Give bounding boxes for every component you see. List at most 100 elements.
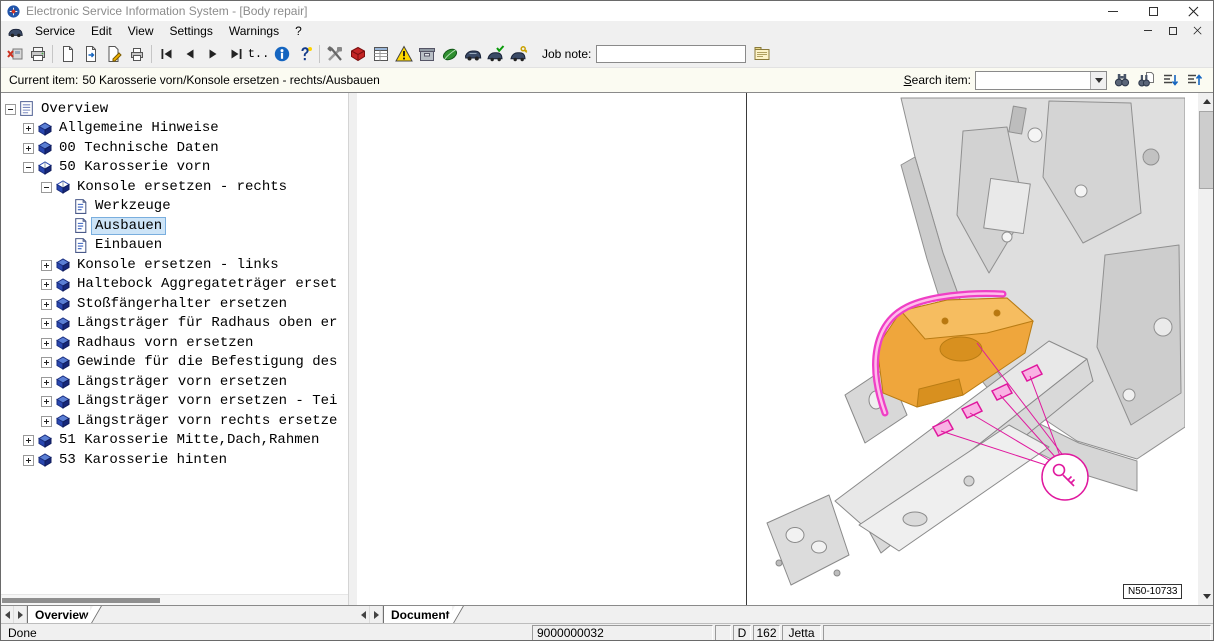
tab-document[interactable]: Document [383, 606, 452, 623]
tree-item[interactable]: Allgemeine Hinweise [1, 119, 348, 139]
expand-icon[interactable] [41, 333, 55, 353]
print-button[interactable] [26, 42, 49, 65]
expand-icon[interactable] [41, 255, 55, 275]
restore-button[interactable] [1133, 1, 1173, 21]
nav-last-button[interactable] [224, 42, 247, 65]
tree-item[interactable]: Werkzeuge [1, 197, 348, 217]
info-button[interactable] [270, 42, 293, 65]
expand-icon[interactable] [41, 372, 55, 392]
child-minimize-button[interactable] [1140, 24, 1155, 38]
scrollbar-thumb[interactable] [1199, 111, 1214, 189]
close-service-button[interactable] [3, 42, 26, 65]
toolbar-buttons: t.. [3, 42, 530, 65]
child-close-button[interactable] [1190, 24, 1205, 38]
search-item-input[interactable] [976, 72, 1090, 89]
nav-prev-button[interactable] [178, 42, 201, 65]
expand-icon[interactable] [41, 353, 55, 373]
document-vertical-scrollbar[interactable] [1198, 93, 1214, 605]
tree-item[interactable]: Längsträger vorn rechts ersetze [1, 411, 348, 431]
child-restore-button[interactable] [1165, 24, 1180, 38]
vehicle-button[interactable] [461, 42, 484, 65]
print-document-button[interactable] [125, 42, 148, 65]
panel-splitter[interactable] [349, 93, 357, 605]
open-document-button[interactable] [79, 42, 102, 65]
tools-button[interactable] [323, 42, 346, 65]
tree-item[interactable]: Ausbauen [1, 216, 348, 236]
tree-item[interactable]: 00 Technische Daten [1, 138, 348, 158]
eco-button[interactable] [438, 42, 461, 65]
expand-icon[interactable] [41, 294, 55, 314]
help-button[interactable] [293, 42, 316, 65]
scroll-down-button[interactable] [1198, 588, 1214, 605]
expand-icon[interactable] [23, 450, 37, 470]
close-button[interactable] [1173, 1, 1213, 21]
collapse-icon[interactable] [41, 177, 55, 197]
scrollbar-thumb[interactable] [2, 598, 160, 603]
edit-document-button[interactable] [102, 42, 125, 65]
vehicle-data-button[interactable] [484, 42, 507, 65]
page-icon [73, 217, 92, 234]
tree-item[interactable]: 53 Karosserie hinten [1, 450, 348, 470]
tree-horizontal-scrollbar[interactable] [1, 594, 349, 605]
bookopen-icon [37, 159, 56, 176]
combo-dropdown-button[interactable] [1090, 72, 1106, 89]
document-system-menu-icon[interactable] [7, 24, 24, 38]
search-item-combobox[interactable] [975, 71, 1107, 90]
tab-overview[interactable]: Overview [27, 606, 90, 623]
tree-item[interactable]: Längsträger vorn ersetzen - Tei [1, 392, 348, 412]
expand-icon[interactable] [23, 431, 37, 451]
tree-item[interactable]: Konsole ersetzen - links [1, 255, 348, 275]
tree-item[interactable]: Overview [1, 99, 348, 119]
history-button[interactable]: t.. [247, 42, 270, 65]
document-list-button[interactable] [369, 42, 392, 65]
job-note-button[interactable] [750, 42, 773, 65]
tree-item[interactable]: Einbauen [1, 236, 348, 256]
tab-scroll-right-button[interactable] [14, 606, 27, 623]
collapse-icon[interactable] [5, 99, 19, 119]
minimize-button[interactable] [1093, 1, 1133, 21]
find-button[interactable] [1111, 70, 1133, 90]
restore-icon [1169, 27, 1177, 35]
tab-scroll-left-button[interactable] [1, 606, 14, 623]
expand-icon[interactable] [41, 392, 55, 412]
warnings-button[interactable] [392, 42, 415, 65]
find-document-button[interactable] [1135, 70, 1157, 90]
job-note-input[interactable] [596, 45, 746, 63]
tab-scroll-right-button[interactable] [370, 606, 383, 623]
menu-settings[interactable]: Settings [162, 21, 221, 40]
menu-edit[interactable]: Edit [83, 21, 120, 40]
tree-item[interactable]: 50 Karosserie vorn [1, 158, 348, 178]
collapse-all-button[interactable] [1183, 70, 1205, 90]
tree-item[interactable]: Längsträger vorn ersetzen [1, 372, 348, 392]
open-page-icon [82, 45, 100, 63]
figure-number-label: N50-10733 [1123, 584, 1182, 599]
tree-item[interactable]: Gewinde für die Befestigung des [1, 353, 348, 373]
tree-item[interactable]: Stoßfängerhalter ersetzen [1, 294, 348, 314]
vehicle-ident-button[interactable] [507, 42, 530, 65]
expand-icon[interactable] [23, 138, 37, 158]
nav-first-button[interactable] [155, 42, 178, 65]
tree-item-label: Haltebock Aggregateträger erset [74, 276, 340, 292]
menu-help[interactable]: ? [287, 21, 310, 40]
tree-item[interactable]: Haltebock Aggregateträger erset [1, 275, 348, 295]
expand-icon[interactable] [23, 119, 37, 139]
tree-item[interactable]: Längsträger für Radhaus oben er [1, 314, 348, 334]
scroll-up-button[interactable] [1198, 93, 1214, 110]
expand-icon[interactable] [41, 275, 55, 295]
tree-item[interactable]: Konsole ersetzen - rechts [1, 177, 348, 197]
menu-service[interactable]: Service [27, 21, 83, 40]
tree-item[interactable]: Radhaus vorn ersetzen [1, 333, 348, 353]
expand-icon[interactable] [41, 314, 55, 334]
note-card-icon [753, 45, 771, 63]
tree-item[interactable]: 51 Karosserie Mitte,Dach,Rahmen [1, 431, 348, 451]
menu-view[interactable]: View [120, 21, 162, 40]
new-document-button[interactable] [56, 42, 79, 65]
tab-scroll-left-button[interactable] [357, 606, 370, 623]
menu-warnings[interactable]: Warnings [221, 21, 287, 40]
nav-next-button[interactable] [201, 42, 224, 65]
collapse-icon[interactable] [23, 158, 37, 178]
repair-manual-button[interactable] [346, 42, 369, 65]
expand-icon[interactable] [41, 411, 55, 431]
expand-all-button[interactable] [1159, 70, 1181, 90]
archive-button[interactable] [415, 42, 438, 65]
